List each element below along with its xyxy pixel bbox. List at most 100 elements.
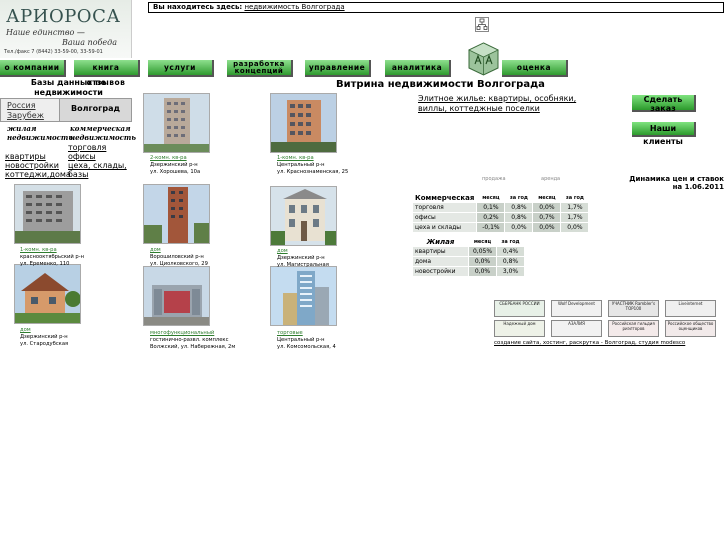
listing-photo[interactable] bbox=[143, 266, 210, 326]
listing-photo[interactable] bbox=[14, 184, 81, 244]
listing-type[interactable]: 1-комн. кв-ра bbox=[20, 247, 84, 254]
listing-district: Центральный р-н bbox=[277, 162, 325, 168]
commercial-section-title: Коммерческая bbox=[411, 192, 478, 203]
dynamics-date: на 1.06.2011 bbox=[672, 183, 724, 191]
listing-caption: 1-комн. кв-ра Центральный р-н ул. Красно… bbox=[277, 155, 348, 176]
partner-badge[interactable]: АЗАЛИЯ bbox=[551, 320, 602, 337]
row-label: торговля bbox=[411, 202, 478, 213]
nav-analytics[interactable]: аналитика bbox=[385, 60, 451, 77]
listing-type[interactable]: дом bbox=[20, 327, 68, 334]
partner-badge[interactable]: Liveinternet bbox=[665, 300, 716, 317]
commercial-title: коммерческая недвижимость bbox=[70, 124, 136, 142]
listing-type[interactable]: дом bbox=[277, 248, 329, 255]
listing-type[interactable]: торговые bbox=[277, 330, 336, 337]
emblem-cube-icon[interactable] bbox=[467, 42, 500, 76]
listing-address: ул. Хорошева, 10а bbox=[150, 169, 201, 175]
listing-photo[interactable] bbox=[143, 93, 210, 153]
col-header: за год bbox=[560, 192, 590, 203]
listing-district: Ворошиловский р-н bbox=[150, 254, 204, 260]
nav-services[interactable]: услуги bbox=[148, 60, 214, 77]
region-selected[interactable]: Волгоград bbox=[59, 99, 131, 121]
link-offices[interactable]: офисы bbox=[68, 152, 136, 161]
listing-address: ул. Комсомольская, 4 bbox=[277, 344, 336, 350]
cell-value: 0,7% bbox=[532, 212, 562, 223]
listing-address: ул. Краснознаменская, 25 bbox=[277, 169, 349, 175]
table-row: цеха и склады -0,1% 0,0% 0,0% 0,0% bbox=[411, 222, 590, 233]
residential-section-title: Жилая bbox=[412, 236, 469, 247]
link-new-buildings[interactable]: новостройки bbox=[5, 161, 65, 170]
logo-phone: Тел./факс 7 (8442) 33-59-00, 33-59-01 bbox=[4, 49, 103, 55]
listing-photo[interactable] bbox=[270, 186, 337, 246]
nav-management[interactable]: управление bbox=[305, 60, 371, 77]
listing-district: гостинично-развл. комплекс bbox=[150, 337, 229, 343]
our-clients-button[interactable]: Наши клиенты bbox=[632, 122, 696, 146]
cell-value: 1,7% bbox=[560, 202, 590, 213]
cell-value: 0,8% bbox=[496, 256, 525, 267]
listing-photo[interactable] bbox=[270, 93, 337, 153]
listing-type[interactable]: 1-комн. кв-ра bbox=[277, 155, 348, 162]
listing-address: ул. Стародубская bbox=[20, 341, 69, 347]
listing-address: ул. Магистральная bbox=[277, 262, 329, 268]
partner-badge[interactable]: УЧАСТНИК Rambler's TOP100 bbox=[608, 300, 659, 317]
partner-badge[interactable]: Российская гильдия риэлторов bbox=[608, 320, 659, 337]
table-row: торговля 0,1% 0,8% 0,0% 1,7% bbox=[411, 202, 590, 213]
residential-category: жилая недвижимость bbox=[7, 124, 73, 142]
elite-housing-link[interactable]: Элитное жилье: квартиры, особняки, виллы… bbox=[418, 94, 576, 114]
breadcrumb-current-link[interactable]: недвижимость Волгограда bbox=[244, 3, 344, 11]
residential-dynamics-table: Жилая месяц за год квартиры 0,05% 0,4% д… bbox=[412, 236, 525, 277]
table-row: дома 0,0% 0,8% bbox=[412, 256, 525, 267]
listing-address: Волжский, ул. Набережная, 2м bbox=[150, 344, 236, 350]
listing-photo[interactable] bbox=[14, 264, 81, 324]
cell-value: 0,1% bbox=[476, 202, 506, 213]
cell-value: 0,0% bbox=[532, 202, 562, 213]
listing-photo[interactable] bbox=[270, 266, 337, 326]
company-logo[interactable]: АРИОРОСА Наше единство — Ваша победа Тел… bbox=[0, 0, 132, 58]
commercial-dynamics-table: Коммерческая месяц за год месяц за год т… bbox=[411, 192, 590, 233]
col-header: за год bbox=[496, 236, 525, 247]
link-warehouses[interactable]: цеха, склады, базы bbox=[68, 161, 136, 179]
col-header: месяц bbox=[476, 192, 506, 203]
listing-caption: дом Ворошиловский р-н ул. Циолковского, … bbox=[150, 247, 208, 268]
dynamics-title: Динамика цен и ставок на 1.06.2011 bbox=[600, 175, 724, 191]
listing-caption: многофункциональный гостинично-развл. ко… bbox=[150, 330, 235, 351]
partner-badge[interactable]: СБЕРБАНК РОССИИ bbox=[494, 300, 545, 317]
partner-badge[interactable]: Надежный дом bbox=[494, 320, 545, 337]
table-row: квартиры 0,05% 0,4% bbox=[412, 246, 525, 257]
databases-header: Базы данных по недвижимости bbox=[30, 78, 107, 97]
breadcrumb-prefix: Вы находитесь здесь: bbox=[153, 3, 243, 11]
region-russia-link[interactable]: Россия bbox=[7, 101, 36, 110]
region-abroad-link[interactable]: Зарубеж bbox=[7, 111, 44, 120]
listing-type[interactable]: 2-комн. кв-ра bbox=[150, 155, 200, 162]
page-title: Витрина недвижимости Волгограда bbox=[336, 79, 545, 90]
logo-slogan-line1: Наше единство — bbox=[6, 28, 85, 37]
listing-type[interactable]: дом bbox=[150, 247, 208, 254]
commercial-category: коммерческая недвижимость bbox=[70, 124, 136, 142]
sitemap-icon[interactable] bbox=[475, 17, 489, 32]
nav-about-company[interactable]: о компании bbox=[0, 60, 66, 77]
partner-badge[interactable]: Wolf Development bbox=[551, 300, 602, 317]
listing-caption: 1-комн. кв-ра краснооктябрьский р-н ул. … bbox=[20, 247, 84, 268]
cell-value: 0,0% bbox=[468, 256, 497, 267]
cell-value: -0,1% bbox=[476, 222, 506, 233]
col-group-rent: аренда bbox=[541, 176, 561, 182]
footer-credits-link[interactable]: создание сайта, хостинг, раскрутка - Вол… bbox=[494, 340, 685, 346]
cell-value: 0,0% bbox=[504, 222, 534, 233]
cell-value: 3,0% bbox=[496, 266, 525, 277]
link-cottages-houses[interactable]: коттеджи,дома bbox=[5, 170, 71, 179]
listing-caption: 2-комн. кв-ра Дзержинский р-н ул. Хороше… bbox=[150, 155, 200, 176]
elite-line2: виллы, коттеджные поселки bbox=[418, 104, 540, 113]
table-row: офисы 0,2% 0,8% 0,7% 1,7% bbox=[411, 212, 590, 223]
cell-value: 0,0% bbox=[468, 266, 497, 277]
nav-valuation[interactable]: оценка bbox=[502, 60, 568, 77]
listing-photo[interactable] bbox=[143, 184, 210, 244]
cell-value: 0,8% bbox=[504, 202, 534, 213]
partner-badge[interactable]: Российское общество оценщиков bbox=[665, 320, 716, 337]
col-group-sale: продажа bbox=[482, 176, 506, 182]
make-order-button[interactable]: Сделать заказ bbox=[632, 95, 696, 113]
listing-address: ул. Циолковского, 29 bbox=[150, 261, 208, 267]
link-apartments[interactable]: квартиры bbox=[5, 152, 65, 161]
listing-type[interactable]: многофункциональный bbox=[150, 330, 235, 337]
nav-reviews-book[interactable]: книга отзывов bbox=[74, 60, 140, 87]
nav-concept-development[interactable]: разработка концепций bbox=[227, 60, 293, 77]
link-retail[interactable]: торговля bbox=[68, 143, 136, 152]
